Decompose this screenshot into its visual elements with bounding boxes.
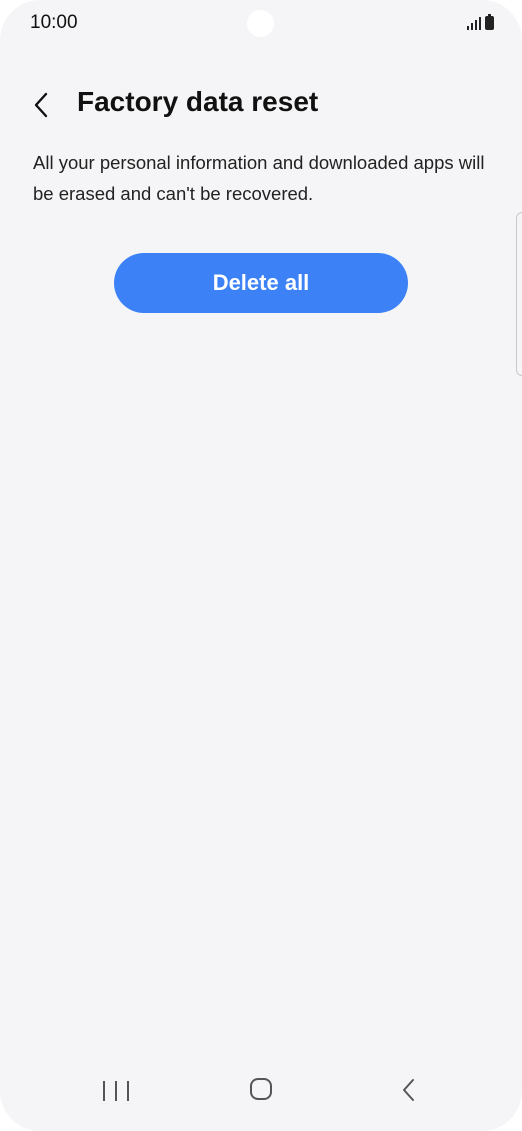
navigation-bar xyxy=(0,1061,522,1131)
signal-icon xyxy=(467,14,481,30)
battery-icon xyxy=(485,14,494,30)
camera-cutout xyxy=(247,10,274,37)
reset-description: All your personal information and downlo… xyxy=(33,152,485,204)
home-icon[interactable] xyxy=(250,1078,272,1100)
delete-all-button[interactable]: Delete all xyxy=(114,253,408,313)
status-bar: 10:00 xyxy=(0,0,522,48)
scroll-indicator[interactable] xyxy=(516,212,522,376)
status-time: 10:00 xyxy=(30,12,78,33)
phone-screen: 10:00 Factory data reset All your person… xyxy=(0,0,522,1131)
back-icon[interactable] xyxy=(398,1077,422,1103)
recents-icon[interactable] xyxy=(103,1078,129,1104)
back-button[interactable] xyxy=(26,88,60,122)
status-icons xyxy=(467,14,494,30)
header: Factory data reset xyxy=(0,82,522,128)
chevron-left-icon xyxy=(34,92,48,118)
page-title: Factory data reset xyxy=(77,86,319,117)
